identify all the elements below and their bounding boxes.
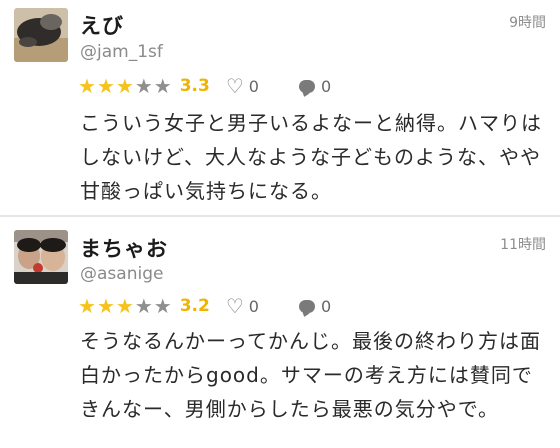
- heart-icon: ♡: [225, 294, 244, 318]
- star-icon: ★: [115, 74, 134, 98]
- star-icon: ★: [78, 294, 96, 318]
- like-count: 0: [248, 296, 259, 316]
- avatar[interactable]: [14, 8, 68, 62]
- review-text[interactable]: こういう女子と男子いるよなーと納得。ハマりはしないけど、大人なような子どものよう…: [80, 106, 550, 208]
- comment-count: 0: [320, 296, 332, 316]
- star-icon: ★: [153, 74, 172, 98]
- speech-bubble-icon: [298, 79, 315, 93]
- review-text[interactable]: そうなるんかーってかんじ。最後の終わり方は面白かったからgood。サマーの考え方…: [80, 324, 550, 426]
- star-icon: ★: [96, 74, 115, 98]
- speech-bubble-icon: [298, 299, 315, 313]
- star-icon: ★: [78, 74, 96, 98]
- star-icon: ★: [153, 294, 172, 318]
- like-count: 0: [248, 76, 259, 96]
- heart-icon: ♡: [225, 74, 244, 98]
- star-icon: ★: [96, 294, 115, 318]
- like-button[interactable]: ♡ 0: [226, 74, 259, 98]
- user-name[interactable]: まちゃお: [80, 233, 168, 263]
- timestamp: 9時間: [509, 15, 546, 31]
- star-icon: ★: [134, 74, 153, 98]
- star-rating: ★ ★ ★ ★ ★: [78, 296, 172, 316]
- like-button[interactable]: ♡ 0: [226, 294, 259, 318]
- rating-score: 3.3: [179, 76, 210, 96]
- star-rating: ★ ★ ★ ★ ★: [78, 76, 172, 96]
- review-card[interactable]: えび @jam_1sf 9時間 ★ ★ ★ ★ ★ 3.3 ♡ 0 0 こういう…: [0, 0, 560, 216]
- star-icon: ★: [134, 294, 153, 318]
- rating-score: 3.2: [179, 296, 210, 316]
- timestamp: 11時間: [500, 237, 546, 253]
- user-name[interactable]: えび: [80, 10, 124, 40]
- comment-button[interactable]: 0: [298, 76, 332, 96]
- avatar[interactable]: [14, 230, 68, 284]
- star-icon: ★: [115, 294, 134, 318]
- rating-row: ★ ★ ★ ★ ★ 3.3 ♡ 0 0: [78, 73, 331, 99]
- user-handle: @asanige: [80, 264, 164, 284]
- comment-button[interactable]: 0: [298, 296, 332, 316]
- comment-count: 0: [320, 76, 332, 96]
- rating-row: ★ ★ ★ ★ ★ 3.2 ♡ 0 0: [78, 293, 331, 319]
- user-handle: @jam_1sf: [80, 42, 163, 62]
